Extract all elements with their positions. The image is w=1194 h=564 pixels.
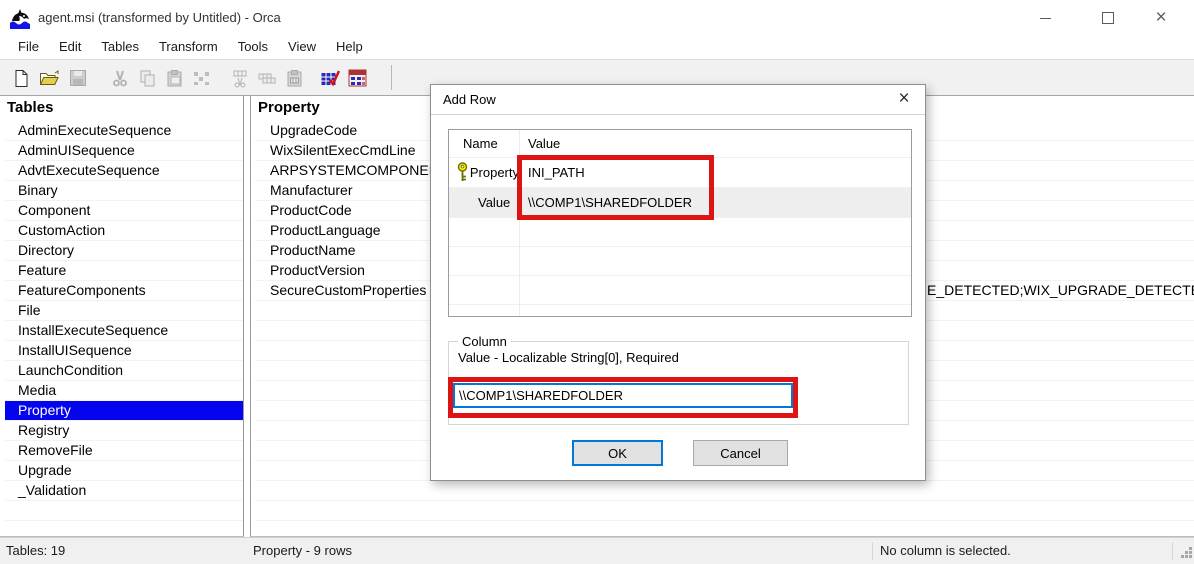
table-item-Upgrade[interactable]: Upgrade [5,461,243,481]
maximize-button[interactable] [1085,0,1131,36]
copy-row-icon [255,66,279,90]
table-item-Media[interactable]: Media [5,381,243,401]
dialog-title-bar: Add Row × [431,85,925,115]
paste-row-icon [282,66,306,90]
table-item-InstallExecuteSequence[interactable]: InstallExecuteSequence [5,321,243,341]
empty-row [5,501,243,521]
cut-icon [108,66,132,90]
status-divider [1172,542,1173,560]
table-item-Feature[interactable]: Feature [5,261,243,281]
window-title: agent.msi (transformed by Untitled) - Or… [38,0,281,36]
menu-bar: FileEditTablesTransformToolsViewHelp [0,36,1194,59]
error-list-icon [189,66,213,90]
column-value-input[interactable] [453,383,793,408]
table-item-AdminExecuteSequence[interactable]: AdminExecuteSequence [5,121,243,141]
empty-row [5,521,243,537]
empty-row [255,521,1194,537]
empty-row [255,481,1194,501]
status-divider [872,542,873,560]
tables-list: AdminExecuteSequenceAdminUISequenceAdvtE… [5,121,243,537]
status-tables-count: Tables: 19 [6,543,65,558]
table-item-InstallUISequence[interactable]: InstallUISequence [5,341,243,361]
copy-icon [135,66,159,90]
menu-edit[interactable]: Edit [49,36,91,59]
table-item-AdvtExecuteSequence[interactable]: AdvtExecuteSequence [5,161,243,181]
table-item-Registry[interactable]: Registry [5,421,243,441]
menu-transform[interactable]: Transform [149,36,228,59]
new-file-icon[interactable] [9,66,33,90]
paste-icon [162,66,186,90]
status-bar: Tables: 19 Property - 9 rows No column i… [0,537,1194,564]
grid-cell-name[interactable]: Value [449,195,519,210]
table-item-CustomAction[interactable]: CustomAction [5,221,243,241]
table-item-LaunchCondition[interactable]: LaunchCondition [5,361,243,381]
orca-window: agent.msi (transformed by Untitled) - Or… [0,0,1194,564]
menu-help[interactable]: Help [326,36,373,59]
ok-button[interactable]: OK [572,440,663,466]
grid-header-name: Name [449,136,519,151]
title-bar: agent.msi (transformed by Untitled) - Or… [0,0,1194,36]
orca-app-icon [9,7,31,29]
menu-file[interactable]: File [8,36,49,59]
table-item-Directory[interactable]: Directory [5,241,243,261]
status-column-info: No column is selected. [880,543,1011,558]
add-row-grid[interactable]: Name Value PropertyINI_PATHValue\\COMP1\… [448,129,912,317]
tables-panel-header: Tables [0,96,243,121]
column-description: Value - Localizable String[0], Required [458,350,679,365]
table-item-File[interactable]: File [5,301,243,321]
key-icon [449,162,470,183]
toolbar-separator [391,65,392,90]
open-file-icon[interactable] [37,66,61,90]
validate-table-icon[interactable] [318,66,342,90]
empty-row [255,501,1194,521]
save-file-icon [66,66,90,90]
close-button[interactable]: × [1138,0,1184,36]
tables-panel: Tables AdminExecuteSequenceAdminUISequen… [0,96,244,537]
menu-tools[interactable]: Tools [228,36,278,59]
table-item-Property[interactable]: Property [5,401,243,421]
grid-header-value: Value [519,136,560,151]
cancel-button[interactable]: Cancel [693,440,788,466]
table-item-_Validation[interactable]: _Validation [5,481,243,501]
table-item-RemoveFile[interactable]: RemoveFile [5,441,243,461]
grid-cell-name[interactable]: Property [449,162,519,183]
grid-cell-value[interactable]: INI_PATH [519,165,585,180]
dialog-close-icon[interactable]: × [887,85,921,113]
table-item-Component[interactable]: Component [5,201,243,221]
property-value-overflow: E_DETECTED;WIX_UPGRADE_DETECTED [927,281,1194,299]
status-table-info: Property - 9 rows [253,543,352,558]
resize-grip[interactable] [1180,546,1193,562]
table-item-AdminUISequence[interactable]: AdminUISequence [5,141,243,161]
minimize-button[interactable] [1022,0,1068,36]
table-item-Binary[interactable]: Binary [5,181,243,201]
transform-view-icon[interactable] [345,66,369,90]
table-item-FeatureComponents[interactable]: FeatureComponents [5,281,243,301]
grid-cell-value[interactable]: \\COMP1\SHAREDFOLDER [519,195,692,210]
column-groupbox-label: Column [458,334,511,349]
add-row-dialog: Add Row × Name Value PropertyINI_PATHVal… [430,84,926,481]
menu-tables[interactable]: Tables [91,36,149,59]
dialog-title: Add Row [443,85,496,114]
grid-column-divider [519,130,520,316]
cut-row-icon [228,66,252,90]
menu-view[interactable]: View [278,36,326,59]
